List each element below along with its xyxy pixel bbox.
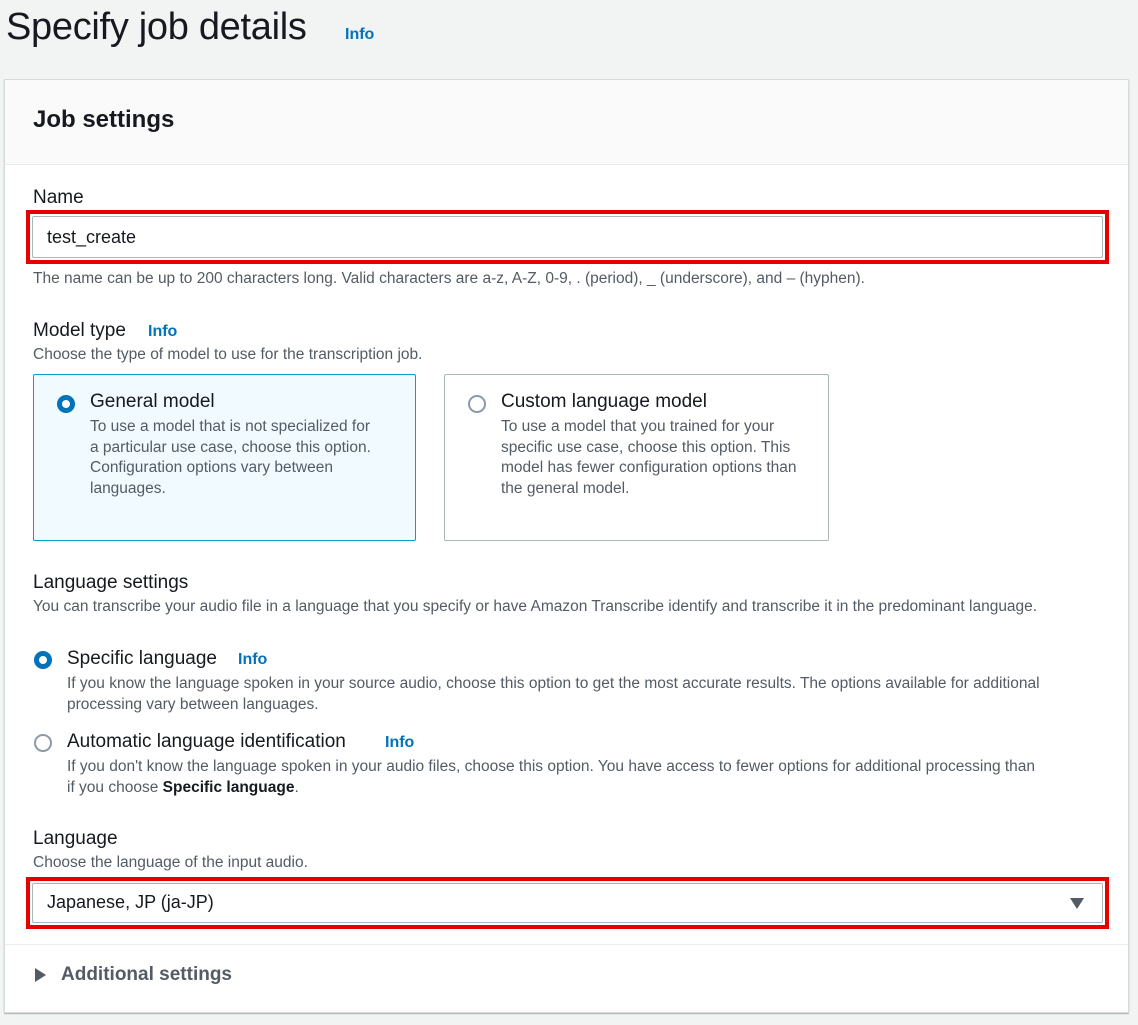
specific-language-description: If you know the language spoken in your …: [67, 675, 1040, 713]
automatic-language-radio[interactable]: [34, 734, 52, 752]
section-divider: [5, 944, 1128, 945]
language-settings-label: Language settings: [33, 572, 189, 593]
language-select-value: Japanese, JP (ja-JP): [47, 892, 214, 912]
model-type-label: Model type: [33, 320, 126, 341]
job-settings-panel: Job settings Name The name can be up to …: [4, 79, 1129, 1013]
custom-language-model-tile[interactable]: Custom language model To use a model tha…: [444, 374, 829, 541]
custom-language-model-title: Custom language model: [501, 391, 707, 412]
specific-language-label[interactable]: Specific language: [67, 648, 217, 670]
name-hint: The name can be up to 200 characters lon…: [33, 270, 865, 287]
panel-title: Job settings: [33, 106, 175, 133]
additional-settings-label[interactable]: Additional settings: [61, 964, 232, 986]
general-model-radio[interactable]: [57, 395, 75, 413]
general-model-tile[interactable]: General model To use a model that is not…: [33, 374, 416, 541]
specific-language-info-link[interactable]: Info: [238, 651, 267, 669]
custom-language-model-radio[interactable]: [468, 395, 486, 413]
model-type-info-link[interactable]: Info: [148, 323, 177, 341]
caret-right-icon: [35, 968, 46, 982]
general-model-description: To use a model that is not specialized f…: [90, 418, 371, 497]
language-description: Choose the language of the input audio.: [33, 854, 308, 871]
general-model-title: General model: [90, 391, 215, 412]
panel-header: Job settings: [5, 80, 1128, 165]
custom-language-model-description: To use a model that you trained for your…: [501, 418, 797, 497]
page-title: Specify job details: [6, 6, 307, 48]
page-title-info-link[interactable]: Info: [345, 26, 374, 44]
language-settings-description: You can transcribe your audio file in a …: [33, 598, 1038, 615]
automatic-language-description: If you don't know the language spoken in…: [67, 758, 1036, 796]
language-select[interactable]: Japanese, JP (ja-JP): [32, 883, 1103, 923]
model-type-description: Choose the type of model to use for the …: [33, 346, 423, 363]
specific-language-radio[interactable]: [34, 651, 52, 669]
name-input[interactable]: [32, 216, 1103, 258]
caret-down-icon: [1070, 898, 1084, 909]
name-label: Name: [33, 187, 84, 208]
automatic-language-info-link[interactable]: Info: [385, 734, 414, 752]
automatic-language-label[interactable]: Automatic language identification: [67, 731, 346, 753]
language-label: Language: [33, 828, 118, 849]
